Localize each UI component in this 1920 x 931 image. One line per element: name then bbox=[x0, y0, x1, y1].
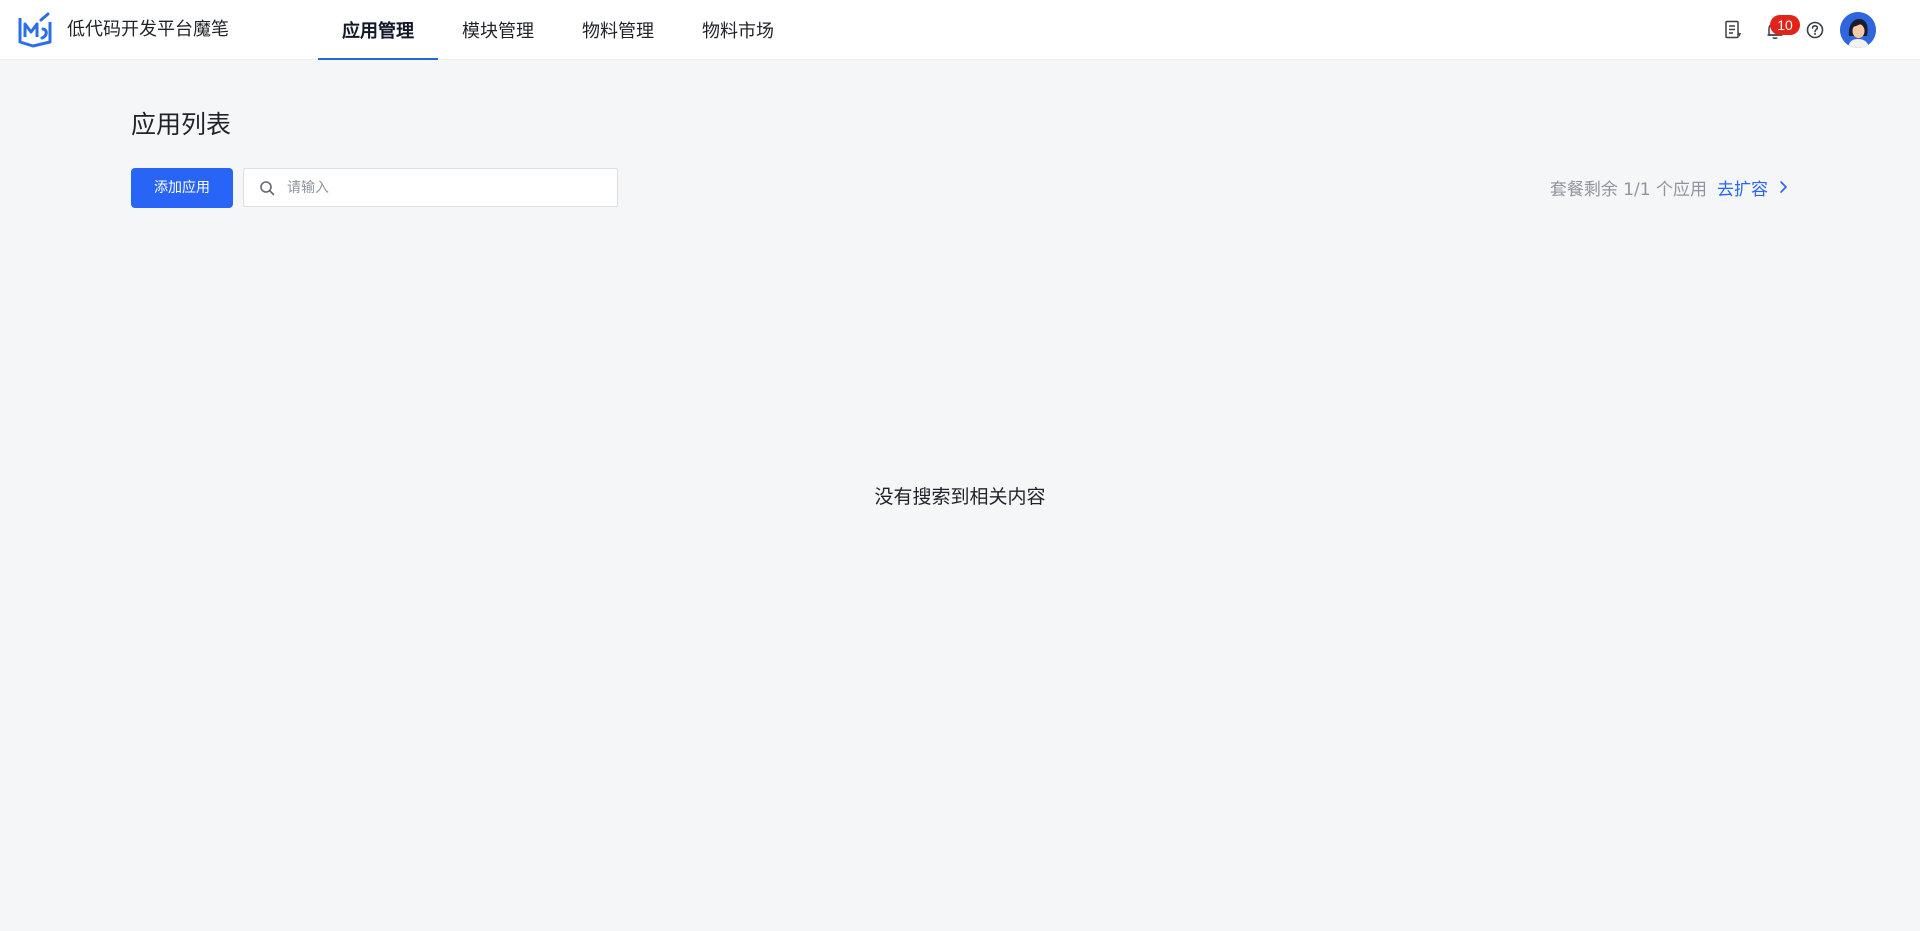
search-icon bbox=[260, 181, 275, 196]
expand-capacity-link[interactable]: 去扩容 bbox=[1717, 175, 1768, 200]
tab-material-management[interactable]: 物料管理 bbox=[558, 0, 678, 60]
tab-app-management[interactable]: 应用管理 bbox=[318, 0, 438, 60]
search-input[interactable] bbox=[287, 169, 607, 206]
mobi-logo-icon[interactable] bbox=[16, 12, 54, 48]
quota-text: 套餐剩余 1/1 个应用 bbox=[1549, 179, 1707, 200]
tab-material-market[interactable]: 物料市场 bbox=[678, 0, 798, 60]
notification-badge: 10 bbox=[1770, 15, 1800, 35]
empty-state-message: 没有搜索到相关内容 bbox=[874, 486, 1046, 508]
document-icon[interactable] bbox=[1724, 20, 1742, 40]
chevron-right-icon[interactable] bbox=[1778, 180, 1788, 194]
main-nav: 应用管理 模块管理 物料管理 物料市场 bbox=[318, 0, 798, 60]
tab-module-management[interactable]: 模块管理 bbox=[438, 0, 558, 60]
header-actions: 10 bbox=[1700, 0, 1920, 60]
search-box[interactable] bbox=[243, 168, 618, 207]
page-title: 应用列表 bbox=[131, 110, 232, 139]
app-name: 低代码开发平台魔笔 bbox=[67, 19, 229, 40]
avatar-illustration-icon bbox=[1840, 12, 1876, 48]
add-app-button[interactable]: 添加应用 bbox=[131, 168, 233, 208]
top-header: 低代码开发平台魔笔 应用管理 模块管理 物料管理 物料市场 10 bbox=[0, 0, 1920, 60]
avatar[interactable] bbox=[1840, 12, 1876, 48]
question-circle-icon[interactable] bbox=[1805, 20, 1825, 40]
quota-info: 套餐剩余 1/1 个应用 去扩容 bbox=[1550, 174, 1788, 200]
